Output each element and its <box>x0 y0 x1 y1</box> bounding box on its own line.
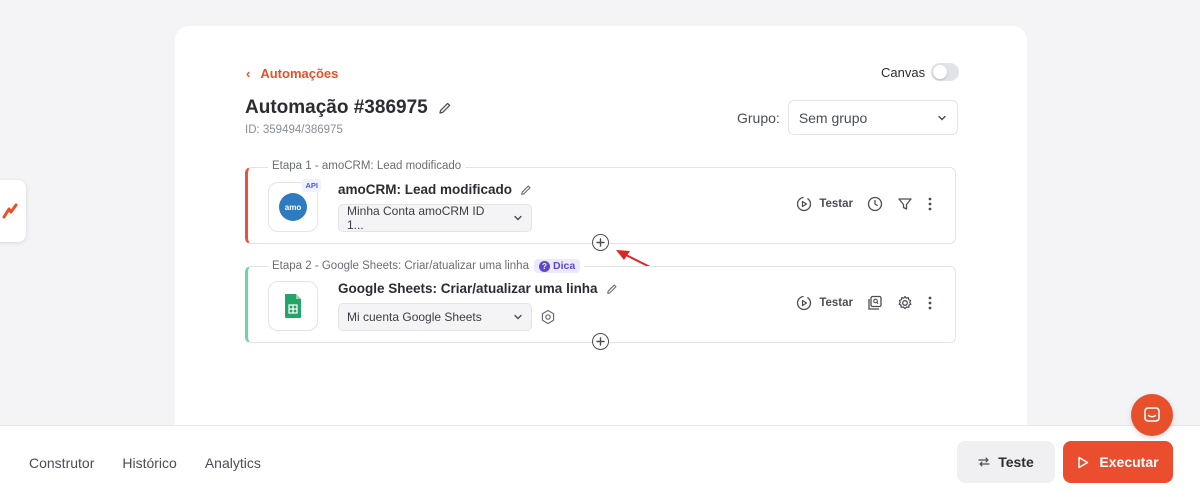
edit-title-pencil-icon[interactable] <box>438 101 452 115</box>
back-link-label: Automações <box>260 66 339 81</box>
step-1-actions: Testar <box>796 196 933 212</box>
data-preview-icon[interactable] <box>867 295 883 311</box>
more-vertical-icon[interactable] <box>927 196 933 212</box>
canvas-toggle: Canvas <box>881 63 960 81</box>
plus-icon <box>596 238 605 247</box>
back-link[interactable]: ‹ Automações <box>246 66 338 81</box>
play-icon <box>1078 456 1089 468</box>
title-row: Automação #386975 <box>245 97 452 119</box>
plus-icon <box>596 337 605 346</box>
canvas-switch[interactable] <box>931 63 960 81</box>
group-label: Grupo: <box>737 109 780 126</box>
play-circle-icon <box>797 196 812 212</box>
filter-icon[interactable] <box>897 196 913 212</box>
group-select[interactable]: Sem grupo <box>787 100 958 135</box>
step-1-name: amoCRM: Lead modificado <box>338 182 532 197</box>
automation-id: ID: 359494/386975 <box>245 124 343 136</box>
chat-button[interactable] <box>1131 394 1173 436</box>
step-2-test-button[interactable]: Testar <box>796 295 853 311</box>
edit-step-pencil-icon[interactable] <box>606 283 618 295</box>
step-2-label: Etapa 2 - Google Sheets: Criar/atualizar… <box>268 259 585 273</box>
play-circle-icon <box>797 295 812 311</box>
group-selector: Grupo: Sem grupo <box>737 100 958 135</box>
step-1-label: Etapa 1 - amoCRM: Lead modificado <box>268 160 466 172</box>
step-2-account-select[interactable]: Mi cuenta Google Sheets <box>338 303 532 331</box>
chevron-down-icon <box>938 115 946 120</box>
canvas-label: Canvas <box>881 64 926 80</box>
bottom-tabs: Construtor Histórico Analytics <box>29 455 261 471</box>
chat-icon <box>1144 407 1160 422</box>
account-settings-icon[interactable] <box>540 309 556 325</box>
more-vertical-icon[interactable] <box>927 295 933 311</box>
chevron-down-icon <box>514 314 522 320</box>
chevron-left-icon: ‹ <box>246 66 251 81</box>
group-select-value: Sem grupo <box>798 109 868 126</box>
test-button[interactable]: Teste <box>957 441 1055 483</box>
step-2-name: Google Sheets: Criar/atualizar uma linha <box>338 281 618 296</box>
step-1-account-select[interactable]: Minha Conta amoCRM ID 1... <box>338 204 532 232</box>
step-2-actions: Testar <box>796 295 933 311</box>
edit-step-pencil-icon[interactable] <box>520 184 532 196</box>
api-badge: API <box>302 179 321 192</box>
step-card-2[interactable]: Etapa 2 - Google Sheets: Criar/atualizar… <box>245 259 956 343</box>
clock-icon[interactable] <box>867 196 883 212</box>
tab-construtor[interactable]: Construtor <box>29 455 94 471</box>
gear-icon[interactable] <box>897 295 913 311</box>
step-1-account-value: Minha Conta amoCRM ID 1... <box>347 204 485 232</box>
amocrm-app-icon: amo API <box>268 179 321 232</box>
hint-badge[interactable]: ? Dica <box>533 259 581 273</box>
add-step-button-1[interactable] <box>592 234 609 251</box>
side-panel-tab[interactable] <box>0 180 26 242</box>
test-button-label: Teste <box>998 454 1034 470</box>
run-button[interactable]: Executar <box>1063 441 1173 483</box>
question-icon: ? <box>538 260 550 272</box>
brand-logo-icon <box>2 203 18 219</box>
bottom-bar: Construtor Histórico Analytics Teste Exe… <box>0 425 1200 493</box>
tab-historico[interactable]: Histórico <box>122 455 176 471</box>
swap-arrows-icon <box>978 457 990 467</box>
step-card-1[interactable]: Etapa 1 - amoCRM: Lead modificado amo AP… <box>245 160 956 244</box>
step-1-test-button[interactable]: Testar <box>796 196 853 212</box>
add-step-button-2[interactable] <box>592 333 609 350</box>
run-button-label: Executar <box>1099 454 1159 470</box>
tab-analytics[interactable]: Analytics <box>205 455 261 471</box>
chevron-down-icon <box>514 215 522 221</box>
page-title: Automação #386975 <box>245 97 428 118</box>
google-sheets-app-icon <box>268 281 318 331</box>
amocrm-logo-text: amo <box>285 203 302 212</box>
step-2-account-value: Mi cuenta Google Sheets <box>347 310 482 324</box>
